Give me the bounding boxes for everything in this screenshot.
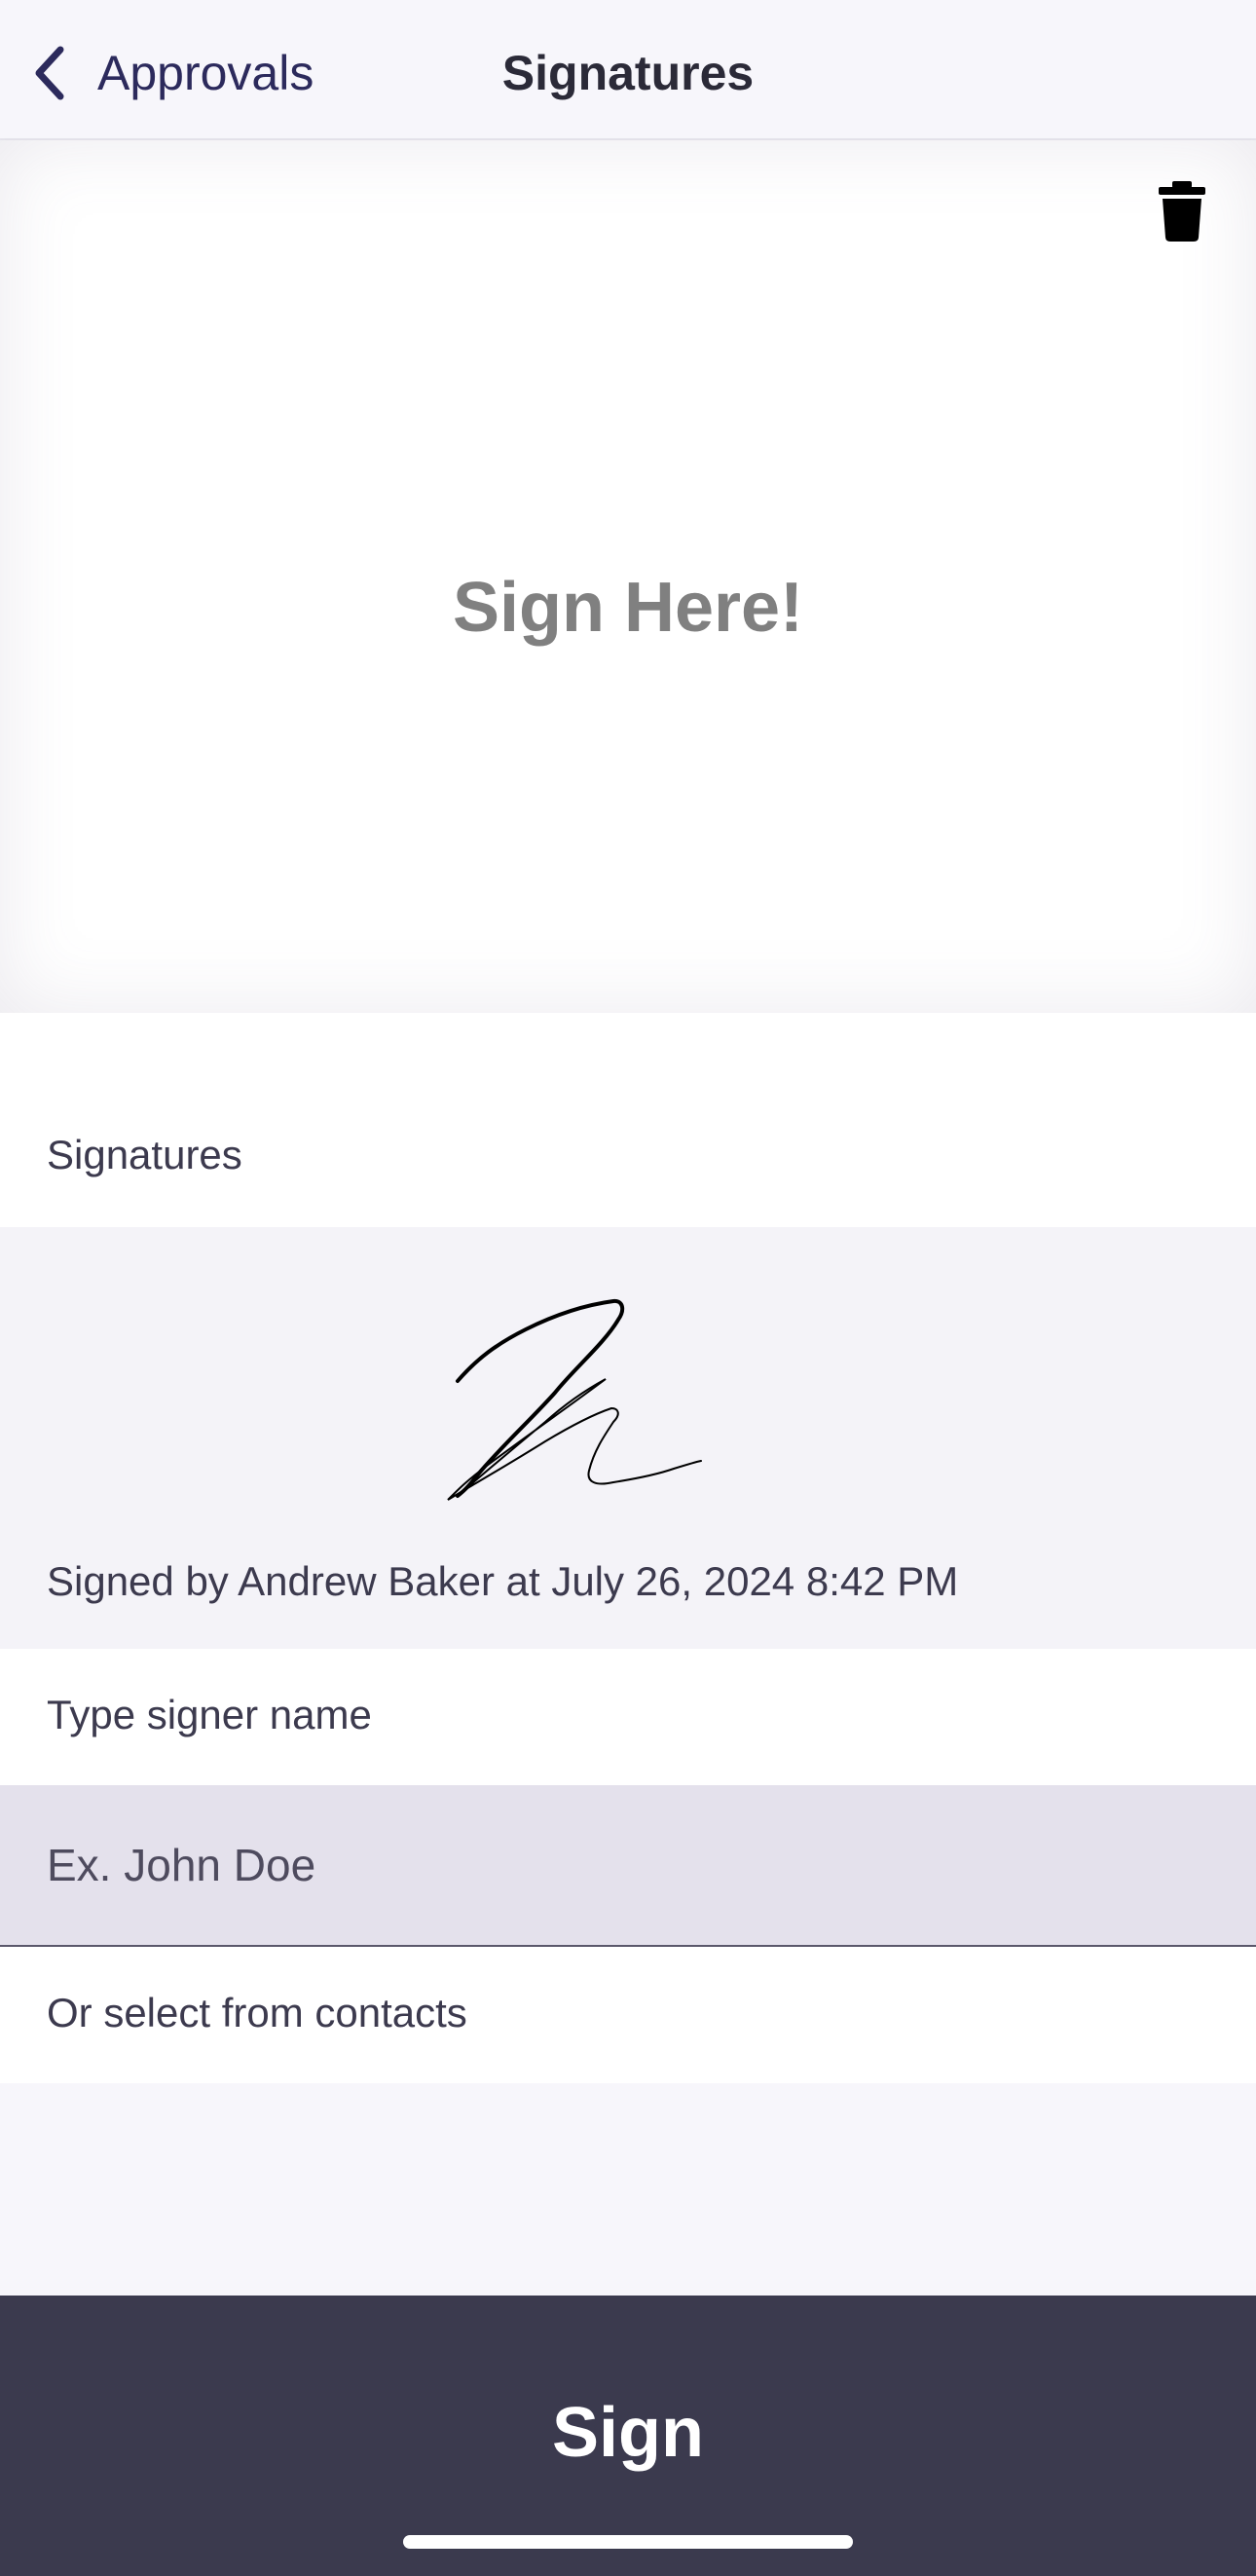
navigation-bar: Approvals Signatures bbox=[0, 0, 1256, 140]
signatures-section-label: Signatures bbox=[47, 1132, 242, 1177]
sign-here-hint: Sign Here! bbox=[452, 569, 804, 647]
signer-name-input[interactable] bbox=[0, 1785, 1256, 1947]
sign-button[interactable]: Sign bbox=[0, 2296, 1256, 2576]
sign-button-label: Sign bbox=[552, 2394, 704, 2472]
page-title: Signatures bbox=[501, 46, 755, 100]
signer-name-label: Type signer name bbox=[47, 1692, 372, 1737]
select-from-contacts-label: Or select from contacts bbox=[47, 1990, 467, 2035]
trash-icon[interactable] bbox=[1159, 181, 1205, 242]
home-indicator bbox=[403, 2535, 853, 2549]
select-from-contacts-button[interactable]: Or select from contacts bbox=[0, 1947, 1256, 2083]
signatures-section-header: Signatures bbox=[0, 1013, 1256, 1227]
signer-name-label-row: Type signer name bbox=[0, 1649, 1256, 1785]
signature-pad[interactable]: Sign Here! bbox=[0, 140, 1256, 1013]
signature-list-item[interactable]: Signed by Andrew Baker at July 26, 2024 … bbox=[0, 1227, 1256, 1649]
signature-image bbox=[447, 1298, 702, 1501]
signed-by-text: Signed by Andrew Baker at July 26, 2024 … bbox=[47, 1558, 959, 1604]
